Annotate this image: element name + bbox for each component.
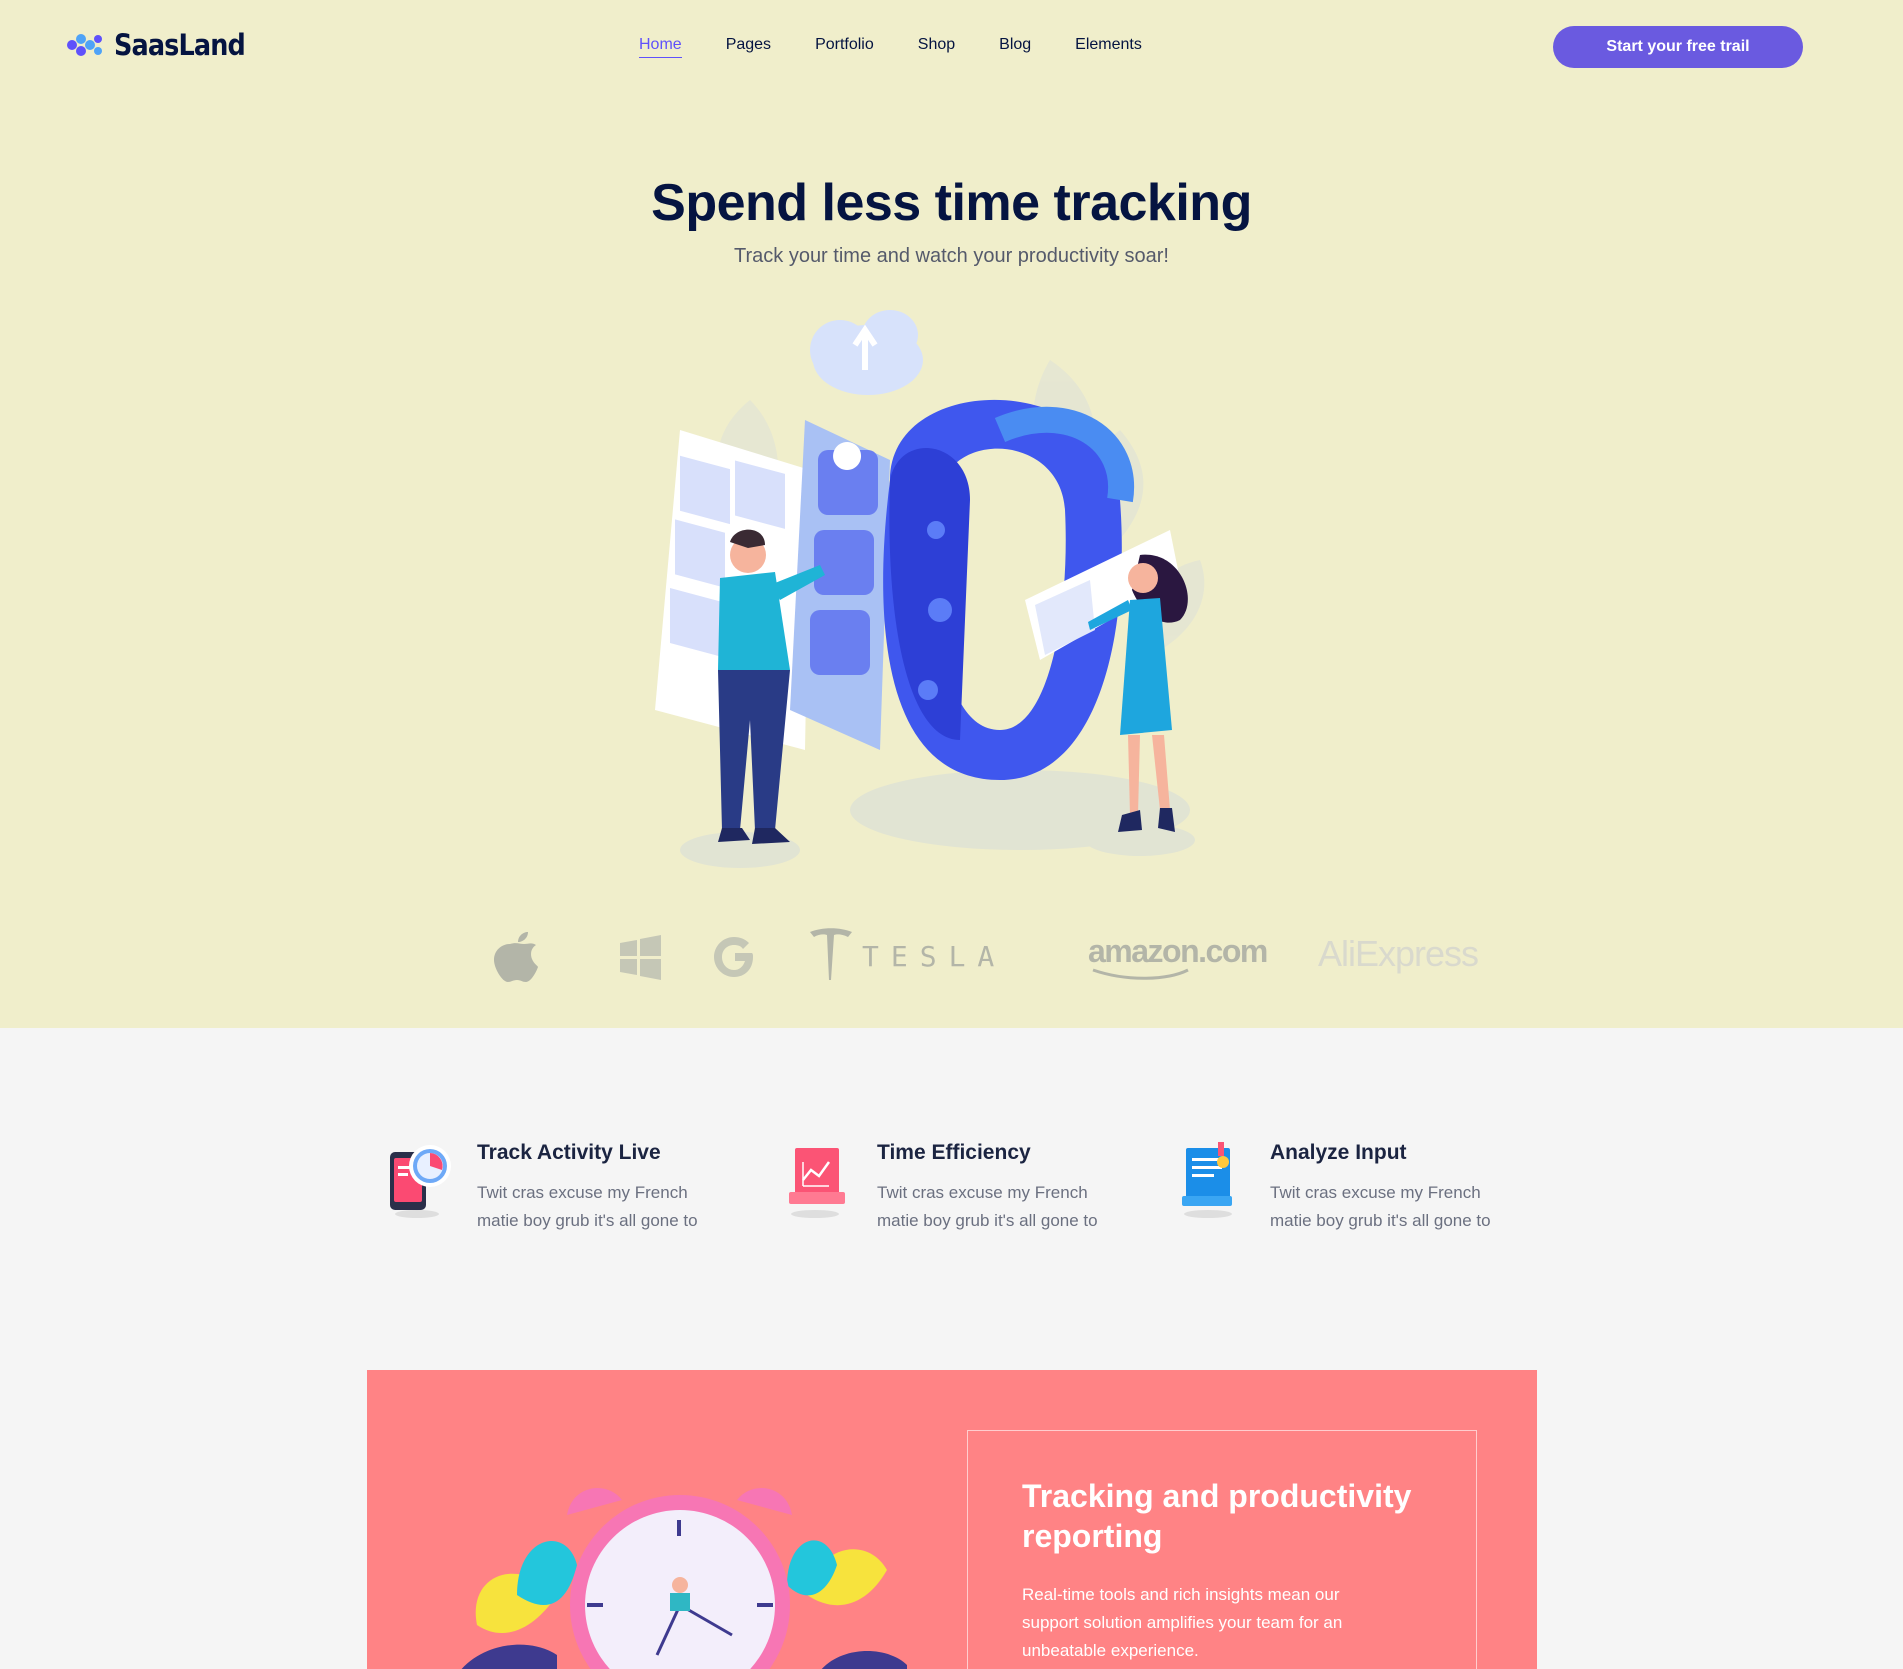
hero-subtitle: Track your time and watch your productiv… xyxy=(734,245,1169,267)
feature-title: Analyze Input xyxy=(1270,1141,1407,1164)
promo-title: Tracking and productivity reporting xyxy=(1022,1478,1412,1554)
cloud-upload-icon xyxy=(810,310,923,395)
feature-track-activity: Track Activity Live Twit cras excuse my … xyxy=(385,1140,745,1260)
logo-icon xyxy=(67,34,102,56)
site-header: SaasLand Home Pages Portfolio Shop Blog … xyxy=(0,0,1903,94)
hero-section: SaasLand Home Pages Portfolio Shop Blog … xyxy=(0,0,1903,1028)
feature-description: Twit cras excuse my French matie boy gru… xyxy=(477,1183,698,1230)
feature-description: Twit cras excuse my French matie boy gru… xyxy=(1270,1183,1491,1230)
hero-illustration xyxy=(655,310,1205,868)
brand-logos: TESLA amazon.com AliExpress xyxy=(480,920,1480,990)
aliexpress-logo: AliExpress xyxy=(1318,933,1479,974)
nav-pages[interactable]: Pages xyxy=(726,36,771,58)
hero-title-regular: Spend less xyxy=(651,174,935,232)
phone-clock-icon xyxy=(390,1145,451,1218)
promo-section: Tracking and productivity reporting Real… xyxy=(367,1370,1537,1669)
clock-icon xyxy=(567,1488,792,1669)
hero-title: Spend less time tracking xyxy=(0,173,1903,233)
nav-shop[interactable]: Shop xyxy=(918,36,955,58)
feature-title: Time Efficiency xyxy=(877,1141,1031,1164)
google-logo xyxy=(714,937,753,977)
feature-analyze-input: Analyze Input Twit cras excuse my French… xyxy=(1178,1140,1538,1260)
nav-elements[interactable]: Elements xyxy=(1075,36,1142,58)
tesla-wordmark: TESLA xyxy=(862,940,1006,973)
hero-title-bold: time tracking xyxy=(934,174,1253,232)
aliexpress-wordmark: AliExpress xyxy=(1318,933,1478,974)
logo[interactable]: SaasLand xyxy=(64,28,263,62)
amazon-logo: amazon.com xyxy=(1088,933,1268,980)
document-icon xyxy=(1182,1142,1232,1218)
logo-text: SaasLand xyxy=(114,28,246,62)
apple-logo xyxy=(494,932,538,982)
feature-description: Twit cras excuse my French matie boy gru… xyxy=(877,1183,1098,1230)
alarm-clock-illustration xyxy=(461,1488,907,1669)
main-nav: Home Pages Portfolio Shop Blog Elements xyxy=(639,36,1186,58)
tesla-logo: TESLA xyxy=(810,928,1006,980)
chart-board-icon xyxy=(789,1148,845,1218)
amazon-wordmark: amazon.com xyxy=(1088,933,1267,969)
nav-home[interactable]: Home xyxy=(639,36,682,58)
feature-title: Track Activity Live xyxy=(477,1141,661,1164)
windows-logo xyxy=(620,935,661,980)
promo-card: Tracking and productivity reporting Real… xyxy=(967,1430,1477,1669)
nav-blog[interactable]: Blog xyxy=(999,36,1031,58)
promo-text: Real-time tools and rich insights mean o… xyxy=(1022,1585,1343,1660)
feature-time-efficiency: Time Efficiency Twit cras excuse my Fren… xyxy=(785,1140,1145,1260)
nav-portfolio[interactable]: Portfolio xyxy=(815,36,874,58)
free-trial-button[interactable]: Start your free trail xyxy=(1553,26,1803,68)
